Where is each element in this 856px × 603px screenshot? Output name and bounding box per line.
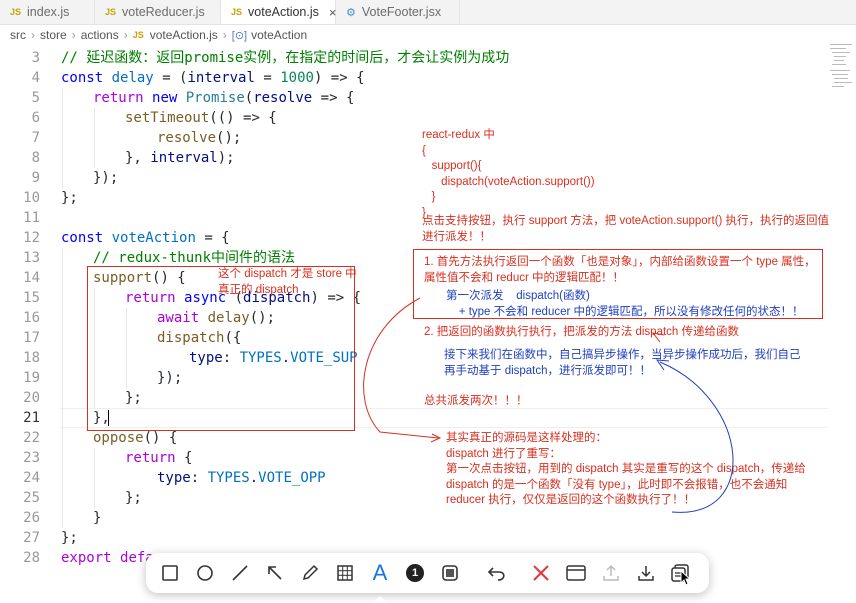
annotation-arrows xyxy=(363,297,734,513)
mouse-pointer-icon xyxy=(680,569,692,590)
text-tool-glyph: A xyxy=(372,560,388,585)
download-icon[interactable] xyxy=(634,561,658,585)
screenshot-toolbar: A 1 xyxy=(146,553,709,593)
pin-window-icon[interactable] xyxy=(564,561,588,585)
upload-icon[interactable] xyxy=(599,561,623,585)
undo-icon[interactable] xyxy=(485,561,509,585)
arrow-tool-icon[interactable] xyxy=(263,561,287,585)
rectangle-tool-icon[interactable] xyxy=(158,561,182,585)
ellipse-tool-icon[interactable] xyxy=(193,561,217,585)
border-tool-icon[interactable] xyxy=(438,561,462,585)
number-tool-icon[interactable]: 1 xyxy=(403,561,427,585)
pen-tool-icon[interactable] xyxy=(298,561,322,585)
cancel-icon[interactable] xyxy=(529,561,553,585)
toolbar-pointer xyxy=(372,596,388,603)
number-tool-glyph: 1 xyxy=(406,564,424,582)
mosaic-tool-icon[interactable] xyxy=(333,561,357,585)
text-tool-icon[interactable]: A xyxy=(368,560,392,585)
line-tool-icon[interactable] xyxy=(228,561,252,585)
